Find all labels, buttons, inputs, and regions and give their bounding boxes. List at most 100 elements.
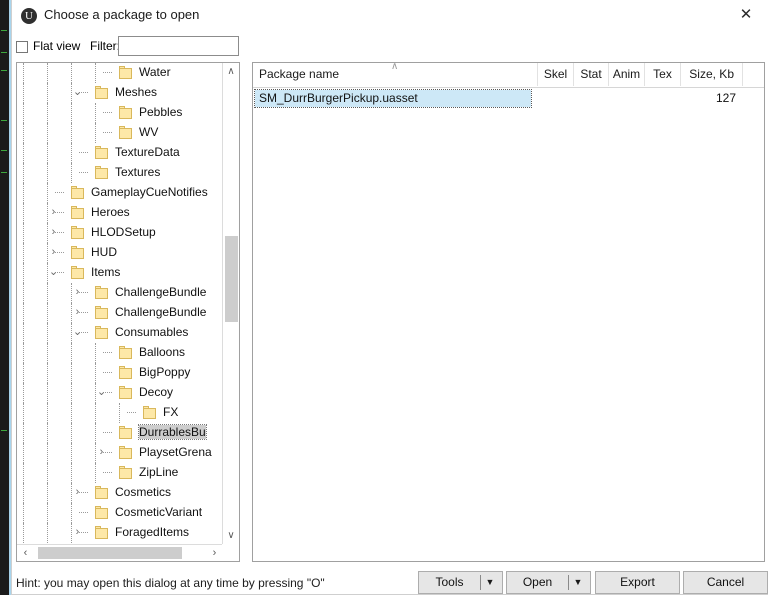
- chevron-right-icon[interactable]: ›: [47, 246, 60, 259]
- folder-tree[interactable]: Water ⌄ Meshes Pebbles WV TextureData Textures…: [17, 63, 223, 544]
- tree-item-label: Pebbles: [139, 105, 183, 119]
- tree-item[interactable]: WV: [17, 123, 223, 143]
- cancel-button[interactable]: Cancel: [683, 571, 768, 594]
- package-list-header[interactable]: ∧ Package name Skel Stat Anim Tex Size, Kb: [253, 63, 764, 88]
- tree-item[interactable]: ZipLine: [17, 463, 223, 483]
- tree-guide-line: [71, 463, 73, 483]
- tree-guide-line: [47, 63, 49, 83]
- tree-guide-line: [95, 403, 97, 423]
- tree-guide-line: [47, 183, 49, 203]
- tree-item[interactable]: DurrablesBu: [17, 423, 223, 443]
- tree-item[interactable]: Textures: [17, 163, 223, 183]
- button-label: Tools: [435, 575, 464, 589]
- column-header-label: Stat: [580, 67, 602, 81]
- tree-item[interactable]: › Heroes: [17, 203, 223, 223]
- package-list-row[interactable]: SM_DurrBurgerPickup.uasset 127: [253, 88, 764, 108]
- tree-item-label: ForagedItems: [115, 525, 190, 539]
- button-label: Export: [620, 575, 655, 589]
- open-button[interactable]: Open ▼: [506, 571, 591, 594]
- tree-item[interactable]: GameplayCueNotifies: [17, 183, 223, 203]
- flat-view-label: Flat view: [33, 39, 81, 53]
- tree-item[interactable]: ⌄ Consumables: [17, 323, 223, 343]
- tree-guide-line: [47, 403, 49, 423]
- tree-scroll-left-icon[interactable]: ‹: [17, 545, 34, 561]
- chevron-right-icon[interactable]: ›: [71, 486, 84, 499]
- tree-elbow-line: [103, 352, 112, 354]
- flat-view-checkbox[interactable]: [16, 41, 28, 53]
- chevron-right-icon[interactable]: ›: [47, 206, 60, 219]
- chevron-right-icon[interactable]: ›: [71, 306, 84, 319]
- tree-item[interactable]: ⌄ Meshes: [17, 83, 223, 103]
- tree-guide-line: [71, 423, 73, 443]
- tree-item[interactable]: › Cosmetics: [17, 483, 223, 503]
- tree-item[interactable]: Water: [17, 63, 223, 83]
- button-label: Open: [522, 575, 553, 589]
- tree-scroll-up-icon[interactable]: ∧: [223, 63, 239, 80]
- folder-icon: [119, 106, 134, 119]
- tree-item[interactable]: BigPoppy: [17, 363, 223, 383]
- tree-item[interactable]: › ChallengeBundle: [17, 303, 223, 323]
- folder-icon: [119, 126, 134, 139]
- folder-tree-panel: Water ⌄ Meshes Pebbles WV TextureData Textures…: [16, 62, 240, 562]
- chevron-down-icon[interactable]: ⌄: [95, 386, 108, 399]
- tree-elbow-line: [79, 512, 88, 514]
- tree-item[interactable]: FX: [17, 403, 223, 423]
- column-header[interactable]: Anim: [609, 63, 645, 86]
- chevron-right-icon[interactable]: ›: [95, 446, 108, 459]
- tree-item[interactable]: ⌄ Decoy: [17, 383, 223, 403]
- export-button[interactable]: Export: [595, 571, 680, 594]
- chevron-down-icon[interactable]: ⌄: [71, 86, 84, 99]
- tree-guide-line: [47, 163, 49, 183]
- button-label: Cancel: [706, 575, 745, 589]
- tree-guide-line: [23, 343, 25, 363]
- column-header[interactable]: Package name: [253, 63, 538, 86]
- package-name-cell[interactable]: SM_DurrBurgerPickup.uasset: [254, 89, 532, 108]
- tree-guide-line: [95, 463, 97, 483]
- tree-item[interactable]: › ChallengeBundle: [17, 283, 223, 303]
- tools-button[interactable]: Tools ▼: [418, 571, 503, 594]
- tree-scroll-corner: [222, 544, 239, 561]
- tree-horizontal-scroll-thumb[interactable]: [38, 547, 182, 559]
- tree-item-label: Meshes: [115, 85, 158, 99]
- filter-input[interactable]: [118, 36, 239, 56]
- chevron-down-icon[interactable]: ▼: [571, 575, 585, 590]
- tree-item[interactable]: › HUD: [17, 243, 223, 263]
- tree-item-label: ChallengeBundle: [115, 285, 207, 299]
- chevron-right-icon[interactable]: ›: [47, 226, 60, 239]
- tree-item[interactable]: ⌄ Items: [17, 263, 223, 283]
- tree-horizontal-scrollbar[interactable]: ‹ ›: [17, 544, 223, 561]
- tree-guide-line: [47, 123, 49, 143]
- column-header[interactable]: Skel: [538, 63, 574, 86]
- tree-vertical-scroll-thumb[interactable]: [225, 236, 238, 322]
- folder-icon: [95, 146, 110, 159]
- close-icon[interactable]: ✕: [723, 0, 768, 30]
- chevron-down-icon[interactable]: ▼: [483, 575, 497, 590]
- tree-guide-line: [71, 103, 73, 123]
- column-header[interactable]: Size, Kb: [681, 63, 743, 86]
- column-header-label: Anim: [612, 67, 641, 81]
- chevron-right-icon[interactable]: ›: [71, 286, 84, 299]
- column-header[interactable]: Tex: [645, 63, 681, 86]
- tree-item[interactable]: Pebbles: [17, 103, 223, 123]
- tree-item[interactable]: › ForagedItems: [17, 523, 223, 543]
- folder-icon: [119, 66, 134, 79]
- chevron-down-icon[interactable]: ⌄: [47, 266, 60, 279]
- chevron-right-icon[interactable]: ›: [71, 526, 84, 539]
- tree-vertical-scrollbar[interactable]: ∧ ∨: [222, 63, 239, 544]
- tree-item[interactable]: CosmeticVariant: [17, 503, 223, 523]
- tree-scroll-right-icon[interactable]: ›: [206, 545, 223, 561]
- tree-item[interactable]: TextureData: [17, 143, 223, 163]
- tree-guide-line: [47, 463, 49, 483]
- tree-guide-line: [71, 123, 73, 143]
- tree-item[interactable]: › PlaysetGrena: [17, 443, 223, 463]
- tree-item-label: GameplayCueNotifies: [91, 185, 208, 199]
- chevron-down-icon[interactable]: ⌄: [71, 326, 84, 339]
- column-header[interactable]: Stat: [574, 63, 609, 86]
- tree-scroll-down-icon[interactable]: ∨: [223, 527, 239, 544]
- tree-item-label: WV: [139, 125, 159, 139]
- folder-icon: [95, 506, 110, 519]
- tree-guide-line: [47, 343, 49, 363]
- tree-item[interactable]: Balloons: [17, 343, 223, 363]
- tree-item[interactable]: › HLODSetup: [17, 223, 223, 243]
- title-bar: U Choose a package to open ✕: [12, 0, 768, 31]
